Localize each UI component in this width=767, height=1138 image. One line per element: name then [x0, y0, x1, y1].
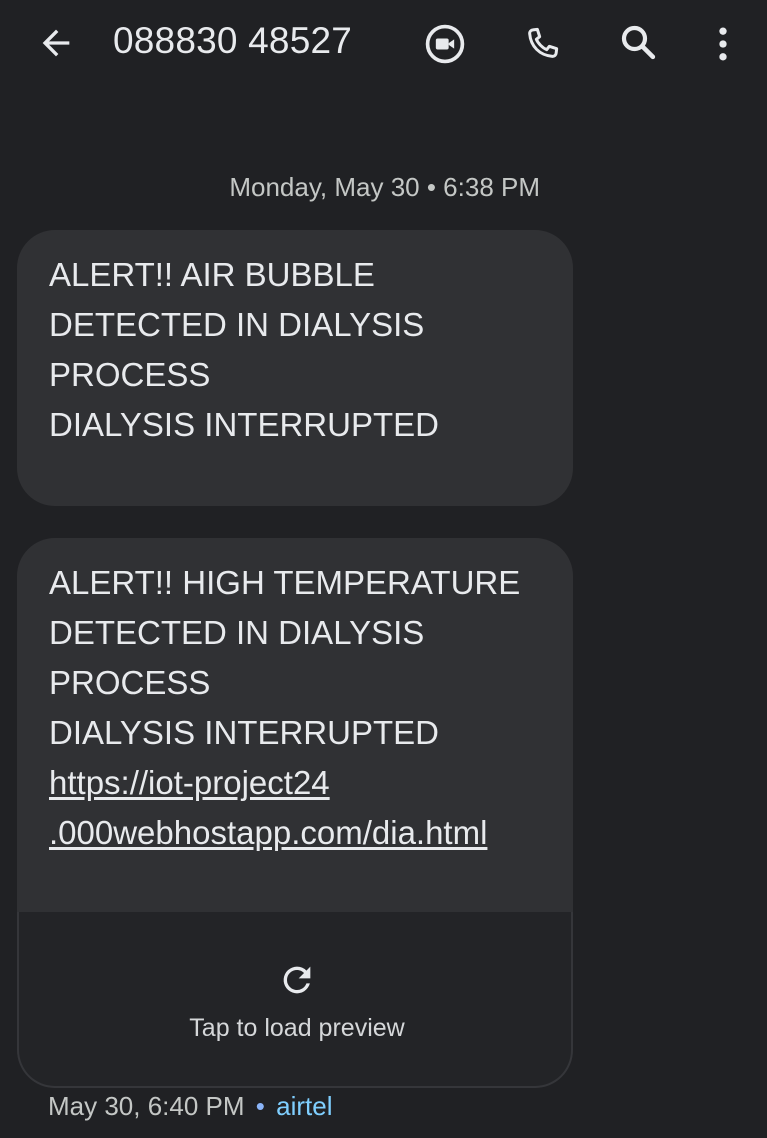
message-bubble[interactable]: ALERT!! HIGH TEMPERATURE DETECTED IN DIA…: [17, 538, 573, 1088]
message-text: ALERT!! AIR BUBBLE DETECTED IN DIALYSIS …: [49, 250, 439, 450]
message-status: May 30, 6:40 PM • airtel: [48, 1091, 332, 1122]
refresh-icon: [283, 966, 311, 994]
more-options-button[interactable]: [699, 20, 747, 68]
message-line: DIALYSIS INTERRUPTED: [49, 714, 439, 751]
link-preview-button[interactable]: Tap to load preview: [17, 912, 573, 1088]
search-icon: [621, 25, 656, 60]
message-line: DETECTED IN DIALYSIS: [49, 306, 425, 343]
video-call-icon: [425, 24, 465, 64]
message-bubble[interactable]: ALERT!! AIR BUBBLE DETECTED IN DIALYSIS …: [17, 230, 573, 506]
message-timestamp: May 30, 6:40 PM: [48, 1091, 245, 1121]
messages-screen: 088830 48527 Monday, May 30 • 6:38 PM AL…: [0, 0, 767, 1138]
preview-label: Tap to load preview: [189, 1014, 405, 1042]
date-divider: Monday, May 30 • 6:38 PM: [229, 172, 540, 202]
search-button[interactable]: [614, 18, 662, 66]
phone-icon: [528, 27, 559, 58]
message-line: PROCESS: [49, 356, 211, 393]
status-separator: •: [255, 1091, 265, 1121]
message-link[interactable]: https://iot-project24: [49, 758, 520, 808]
contact-title[interactable]: 088830 48527: [113, 20, 352, 62]
message-line: DETECTED IN DIALYSIS: [49, 614, 425, 651]
message-line: DIALYSIS INTERRUPTED: [49, 406, 439, 443]
message-link[interactable]: .000webhostapp.com/dia.html: [49, 808, 520, 858]
top-app-bar: 088830 48527: [0, 0, 767, 88]
video-call-button[interactable]: [421, 20, 469, 68]
message-line: PROCESS: [49, 664, 211, 701]
arrow-left-icon: [42, 29, 70, 57]
voice-call-button[interactable]: [518, 20, 566, 68]
carrier-label: airtel: [276, 1091, 333, 1121]
message-line: ALERT!! HIGH TEMPERATURE: [49, 564, 521, 601]
message-text: ALERT!! HIGH TEMPERATURE DETECTED IN DIA…: [49, 558, 520, 858]
back-button[interactable]: [32, 19, 80, 67]
message-line: ALERT!! AIR BUBBLE: [49, 256, 375, 293]
more-vert-icon: [719, 27, 727, 61]
